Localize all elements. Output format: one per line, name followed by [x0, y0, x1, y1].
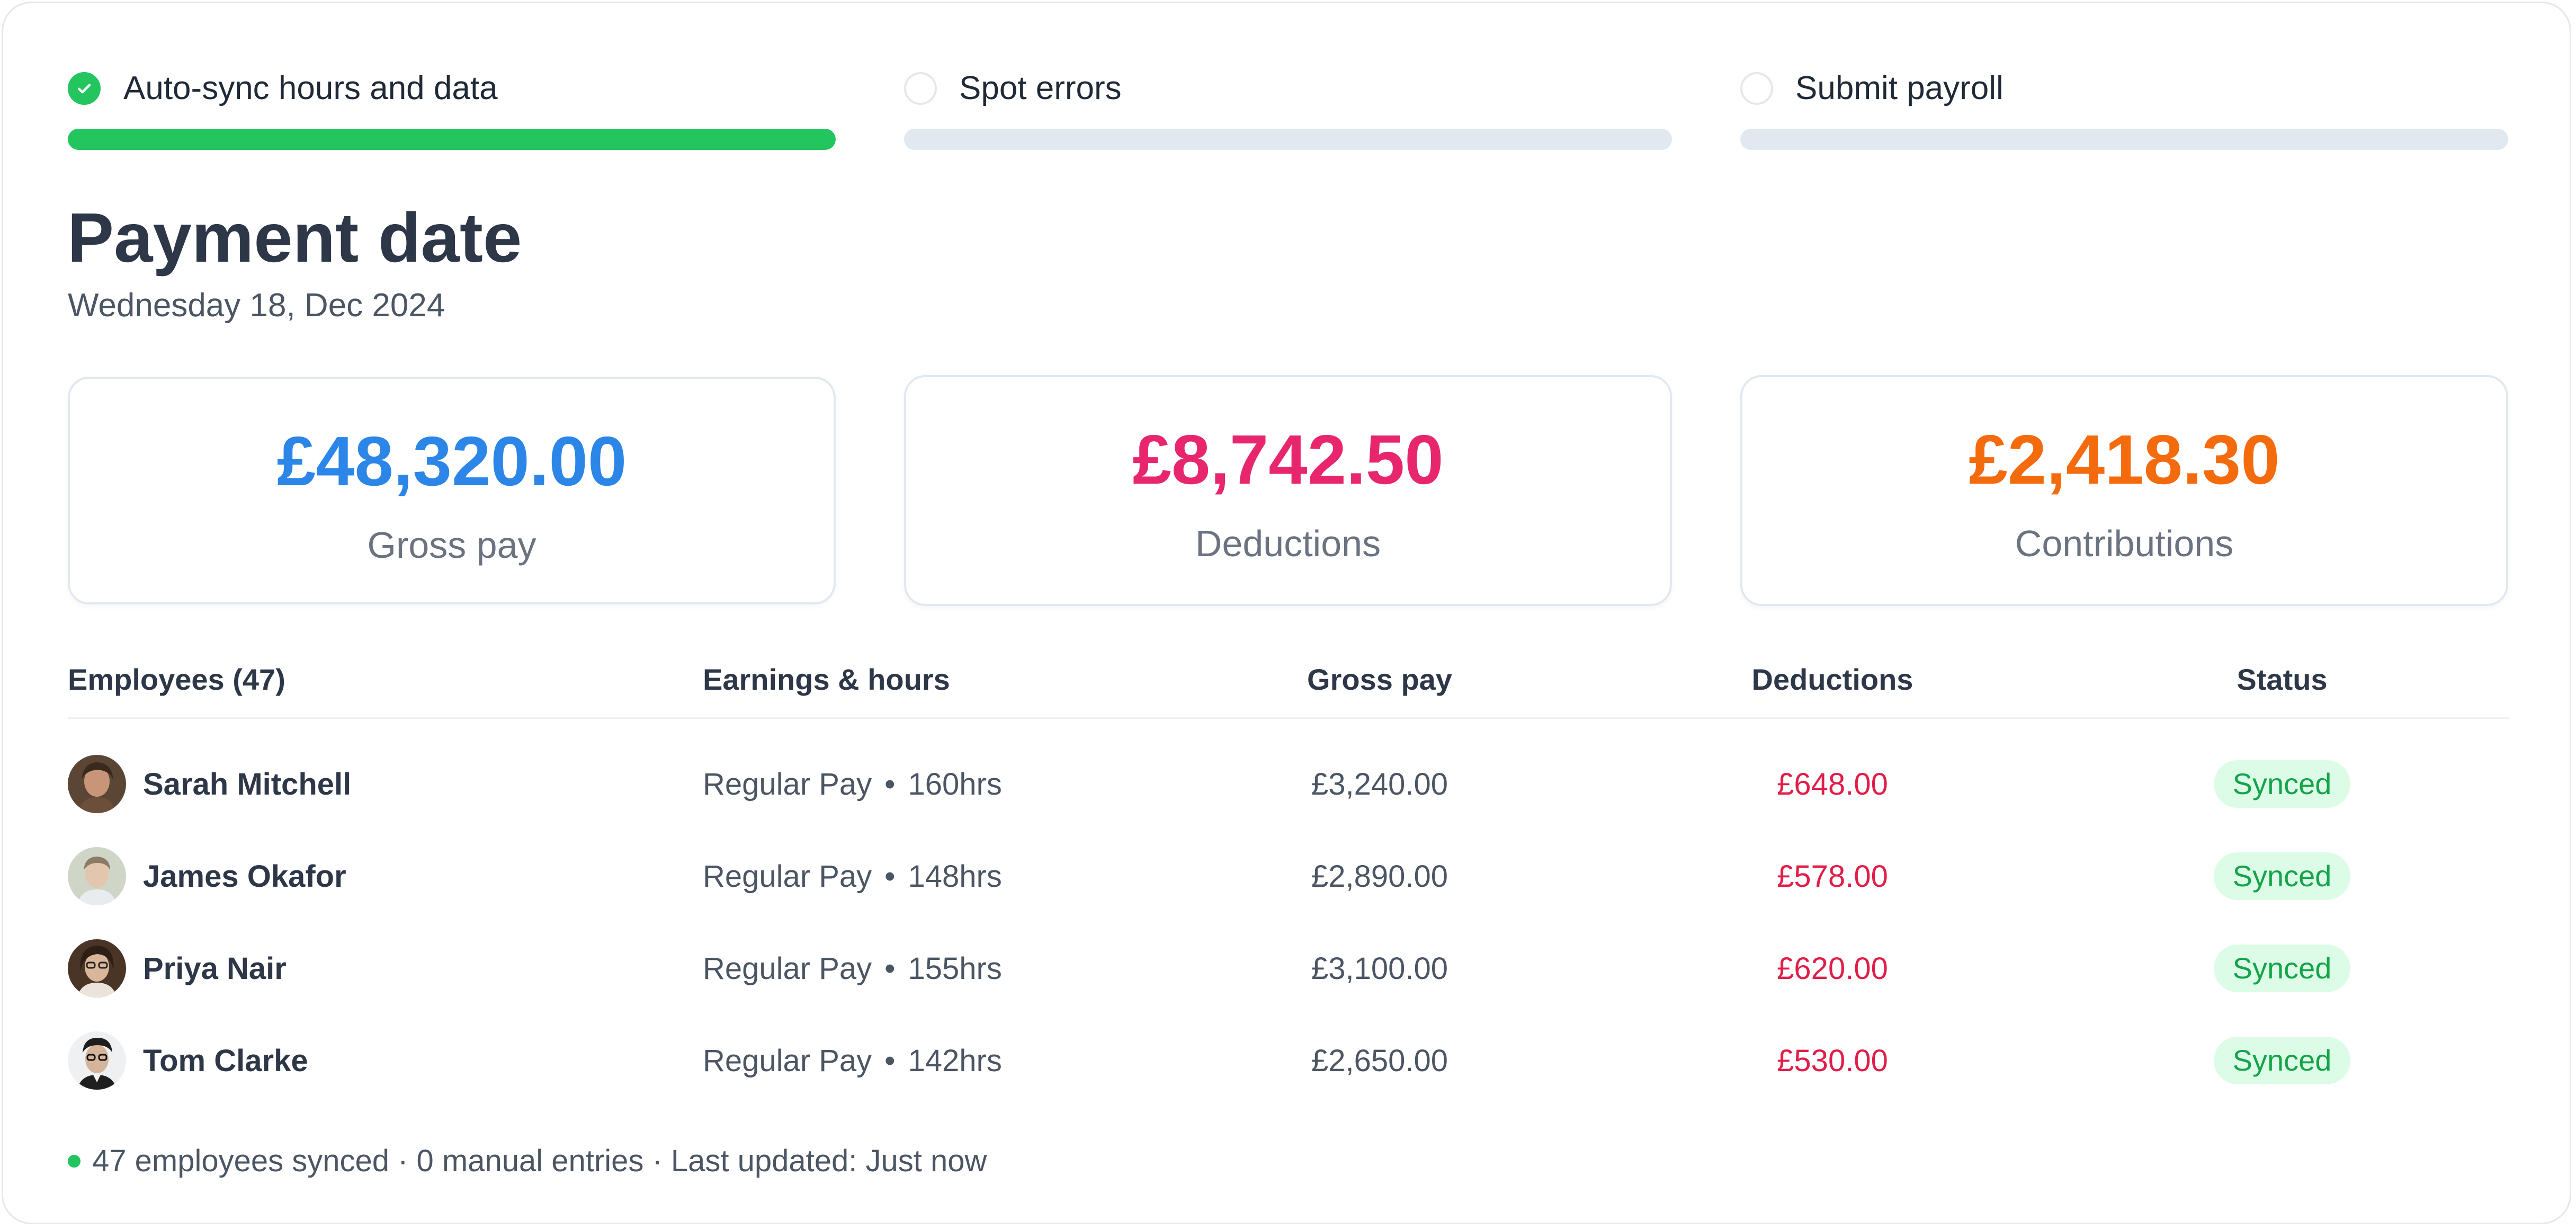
- employee-name[interactable]: James Okafor: [143, 861, 346, 892]
- empty-circle-icon: [904, 72, 937, 105]
- employee-name[interactable]: Priya Nair: [143, 954, 287, 984]
- step-progress-bar-auto-sync: [68, 129, 836, 150]
- column-header-deductions[interactable]: Deductions: [1721, 665, 1944, 694]
- avatar: [68, 755, 126, 813]
- table-row[interactable]: James Okafor Regular Pay • 148hrs £2,890.0…: [0, 830, 2576, 922]
- gross-pay-value: £2,650.00: [1311, 1044, 1448, 1078]
- status-badge: Synced: [2214, 760, 2350, 808]
- deductions-value: £530.00: [1777, 1044, 1888, 1078]
- gross-pay-card[interactable]: £48,320.00 Gross pay: [68, 377, 836, 604]
- separator-dot: •: [884, 767, 896, 801]
- hours: 155hrs: [908, 951, 1002, 986]
- header-divider: [68, 717, 2509, 719]
- column-header-employees[interactable]: Employees (47): [68, 665, 285, 694]
- hours: 148hrs: [908, 859, 1002, 894]
- gross-pay-value: £3,240.00: [1311, 767, 1448, 801]
- column-header-gross-pay[interactable]: Gross pay: [1271, 665, 1488, 694]
- deductions-value: £620.00: [1777, 951, 1888, 986]
- step-label-submit-payroll[interactable]: Submit payroll: [1795, 72, 2003, 105]
- separator-dot: •: [884, 1044, 896, 1078]
- pay-type: Regular Pay: [703, 1044, 872, 1078]
- status-badge: Synced: [2214, 852, 2350, 900]
- column-header-earnings[interactable]: Earnings & hours: [703, 665, 950, 694]
- step-progress-bar-submit-payroll: [1740, 129, 2508, 150]
- gross-pay-total: £48,320.00: [276, 422, 627, 500]
- step-label-spot-errors[interactable]: Spot errors: [959, 72, 1122, 105]
- gross-pay-value: £3,100.00: [1311, 951, 1448, 986]
- earnings-hours: Regular Pay • 142hrs: [703, 1046, 1002, 1076]
- pay-type: Regular Pay: [703, 767, 872, 801]
- status-badge: Synced: [2214, 1037, 2350, 1084]
- earnings-hours: Regular Pay • 160hrs: [703, 769, 1002, 800]
- column-header-status[interactable]: Status: [2171, 665, 2393, 694]
- payment-date-value: Wednesday 18, Dec 2024: [68, 287, 445, 324]
- gross-pay-label: Gross pay: [367, 524, 536, 566]
- deductions-card[interactable]: £8,742.50 Deductions: [904, 375, 1672, 606]
- empty-circle-icon: [1740, 72, 1773, 105]
- step-label-auto-sync[interactable]: Auto-sync hours and data: [123, 72, 498, 105]
- separator-dot: •: [884, 859, 896, 894]
- step-progress-bar-spot-errors: [904, 129, 1672, 150]
- avatar: [68, 939, 126, 998]
- earnings-hours: Regular Pay • 148hrs: [703, 861, 1002, 892]
- separator-dot: •: [884, 951, 896, 986]
- contributions-total: £2,418.30: [1969, 421, 2280, 498]
- deductions-total: £8,742.50: [1132, 421, 1444, 498]
- step-progress-fill: [68, 129, 836, 150]
- check-circle-icon: [68, 72, 101, 105]
- gross-pay-value: £2,890.00: [1311, 859, 1448, 894]
- page-title: Payment date: [67, 199, 522, 277]
- table-row[interactable]: Sarah Mitchell Regular Pay • 160hrs £3,240…: [0, 737, 2576, 830]
- deductions-label: Deductions: [1195, 523, 1381, 564]
- employee-name[interactable]: Sarah Mitchell: [143, 769, 351, 800]
- contributions-label: Contributions: [2015, 523, 2234, 564]
- avatar: [68, 1031, 126, 1090]
- deductions-value: £578.00: [1777, 859, 1888, 894]
- earnings-hours: Regular Pay • 155hrs: [703, 954, 1002, 984]
- table-row[interactable]: Tom Clarke Regular Pay • 142hrs £2,650.00 …: [0, 1014, 2576, 1106]
- hours: 160hrs: [908, 767, 1002, 801]
- hours: 142hrs: [908, 1044, 1002, 1078]
- table-row[interactable]: Priya Nair Regular Pay • 155hrs £3,100.00 …: [0, 922, 2576, 1014]
- employee-name[interactable]: Tom Clarke: [143, 1046, 308, 1076]
- pay-type: Regular Pay: [703, 951, 872, 986]
- status-badge: Synced: [2214, 945, 2350, 992]
- sync-status-footer: 47 employees synced · 0 manual entries ·…: [68, 1143, 987, 1180]
- contributions-card[interactable]: £2,418.30 Contributions: [1740, 375, 2508, 606]
- pay-type: Regular Pay: [703, 859, 872, 894]
- sync-status-text: 47 employees synced · 0 manual entries ·…: [92, 1144, 987, 1178]
- deductions-value: £648.00: [1777, 767, 1888, 801]
- avatar: [68, 847, 126, 905]
- status-dot-icon: [68, 1154, 80, 1168]
